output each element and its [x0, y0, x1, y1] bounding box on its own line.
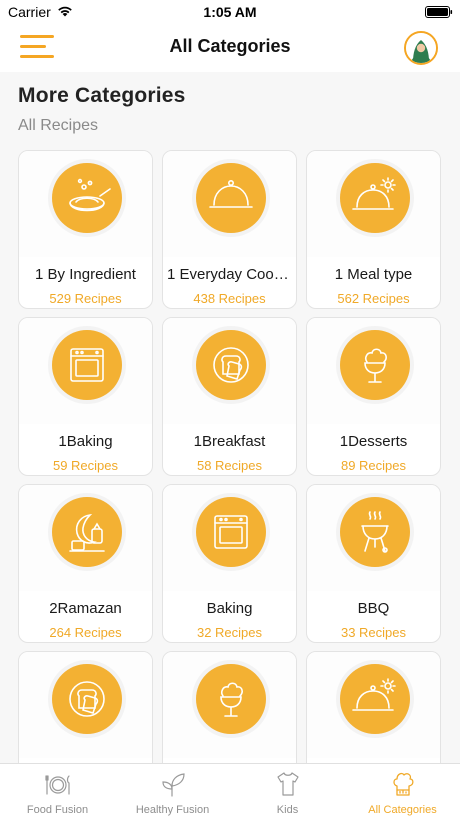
category-card[interactable]: 2Ramazan 264 Recipes: [18, 484, 153, 643]
bbq-grill-icon: [340, 497, 410, 567]
section-subtitle: All Recipes: [18, 117, 99, 134]
category-recipe-count: 58 Recipes: [196, 458, 263, 473]
category-recipe-count: 33 Recipes: [340, 625, 407, 640]
category-name: Baking: [206, 600, 253, 617]
tab-healthy-fusion[interactable]: Healthy Fusion: [115, 764, 230, 818]
categories-content[interactable]: More Categories All Recipes 1 By Ingredi…: [0, 72, 460, 763]
tab-label: All Categories: [368, 804, 437, 816]
oven-icon: [52, 330, 122, 400]
tab-label: Food Fusion: [26, 804, 89, 816]
category-card[interactable]: [162, 651, 297, 763]
category-name: 1 By Ingredient: [35, 266, 136, 283]
category-recipe-count: 59 Recipes: [52, 458, 119, 473]
category-name: 1Baking: [58, 433, 113, 450]
profile-avatar[interactable]: [404, 31, 438, 65]
category-recipe-count: 89 Recipes: [340, 458, 407, 473]
category-card[interactable]: 1Baking 59 Recipes: [18, 317, 153, 476]
category-recipe-count: 562 Recipes: [337, 291, 410, 306]
hamburger-menu-button[interactable]: [20, 32, 58, 62]
ice-cream-cup-icon: [196, 664, 266, 734]
tab-label: Kids: [276, 804, 299, 816]
navigation-bar: All Categories: [0, 24, 460, 72]
crescent-lantern-icon: [52, 497, 122, 567]
page-title: All Categories: [169, 36, 291, 56]
toast-plate-icon: [52, 664, 122, 734]
category-card[interactable]: Baking 32 Recipes: [162, 484, 297, 643]
oven-icon: [196, 497, 266, 567]
bowl-icon: [52, 163, 122, 233]
category-recipe-count: 264 Recipes: [49, 625, 122, 640]
category-recipe-count: 32 Recipes: [196, 625, 263, 640]
category-recipe-count: 529 Recipes: [49, 291, 122, 306]
category-card[interactable]: 1Breakfast 58 Recipes: [162, 317, 297, 476]
category-name: BBQ: [357, 600, 390, 617]
category-card[interactable]: 1 By Ingredient 529 Recipes: [18, 150, 153, 309]
menu-line-icon: [20, 35, 54, 38]
plate-cutlery-icon: [44, 775, 70, 795]
category-card[interactable]: BBQ 33 Recipes: [306, 484, 441, 643]
cloche-sparkle-icon: [340, 163, 410, 233]
menu-line-icon: [20, 55, 54, 58]
category-recipe-count: 438 Recipes: [193, 291, 266, 306]
battery-icon: [425, 6, 453, 18]
tab-food-fusion[interactable]: Food Fusion: [0, 764, 115, 818]
tab-all-categories[interactable]: All Categories: [345, 764, 460, 818]
category-card[interactable]: 1Desserts 89 Recipes: [306, 317, 441, 476]
ice-cream-cup-icon: [340, 330, 410, 400]
menu-line-icon: [20, 45, 46, 48]
category-name: 2Ramazan: [49, 600, 122, 617]
category-name: 1Desserts: [339, 433, 408, 450]
section-title: More Categories: [18, 84, 186, 107]
clock-label: 1:05 AM: [203, 4, 257, 20]
category-card[interactable]: 1 Everyday Cook... 438 Recipes: [162, 150, 297, 309]
category-name: 1 Everyday Cook...: [167, 266, 292, 283]
status-bar: Carrier 1:05 AM: [0, 0, 460, 24]
tab-bar: Food Fusion Healthy Fusion Kids All Cate…: [0, 763, 460, 818]
tab-kids[interactable]: Kids: [230, 764, 345, 818]
tab-label: Healthy Fusion: [135, 804, 210, 816]
category-name: 1 Meal type: [334, 266, 413, 283]
sprout-icon: [161, 773, 185, 797]
category-card[interactable]: [306, 651, 441, 763]
category-card[interactable]: [18, 651, 153, 763]
category-name: 1Breakfast: [193, 433, 266, 450]
hijab-avatar-icon: [406, 33, 436, 63]
kids-shirt-icon: [276, 772, 299, 796]
cloche-icon: [196, 163, 266, 233]
toast-plate-icon: [196, 330, 266, 400]
category-card[interactable]: 1 Meal type 562 Recipes: [306, 150, 441, 309]
cloche-sparkle-icon: [340, 664, 410, 734]
chef-hat-icon: [392, 772, 414, 796]
